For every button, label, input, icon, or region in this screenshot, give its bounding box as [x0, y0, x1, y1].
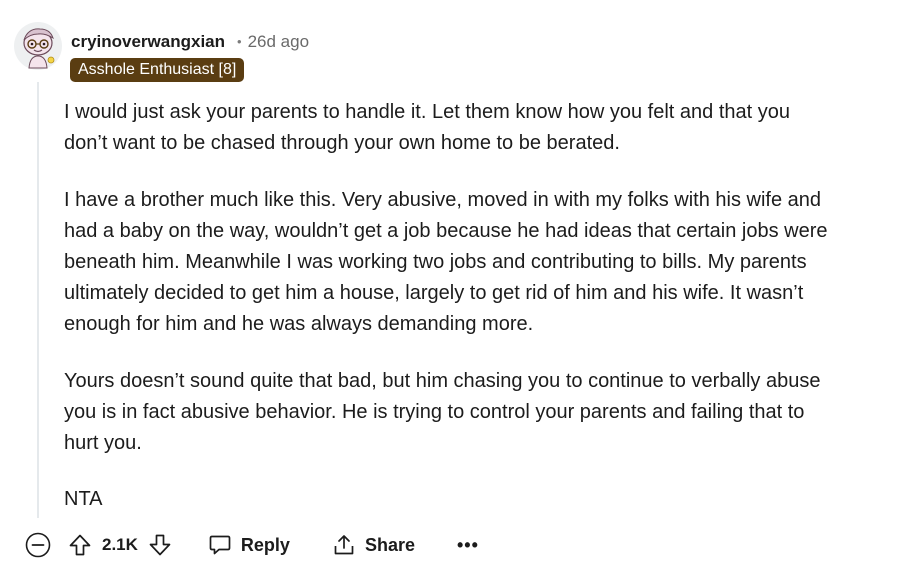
share-button[interactable]: Share [332, 533, 415, 557]
meta-separator: • [237, 33, 242, 49]
comment-action-bar: 2.1K Reply Share ••• [24, 528, 479, 562]
vote-controls: 2.1K [68, 533, 172, 557]
more-options-button[interactable]: ••• [457, 535, 479, 556]
comment-author[interactable]: cryinoverwangxian [71, 32, 225, 52]
comment-paragraph: Yours doesn’t sound quite that bad, but … [64, 370, 821, 454]
vote-score: 2.1K [102, 535, 138, 554]
share-label: Share [364, 534, 415, 555]
downvote-button[interactable] [148, 533, 172, 557]
reply-label: Reply [240, 534, 290, 555]
thread-line[interactable] [37, 82, 39, 518]
snoo-avatar-icon [14, 22, 62, 70]
reply-button[interactable]: Reply [208, 533, 290, 557]
user-flair: Asshole Enthusiast [8] [70, 58, 245, 82]
collapse-button[interactable] [24, 531, 52, 559]
comment-paragraph: I would just ask your parents to handle … [64, 101, 790, 154]
share-icon [334, 535, 354, 555]
comment-timestamp[interactable]: 26d ago [248, 32, 309, 52]
avatar[interactable] [14, 20, 62, 72]
speech-bubble-icon [209, 535, 231, 555]
comment-paragraph: I have a brother much like this. Very ab… [64, 189, 828, 335]
upvote-arrow-icon [69, 534, 91, 556]
collapse-minus-icon [25, 532, 51, 558]
comment-paragraph: NTA [64, 488, 103, 510]
comment-meta: cryinoverwangxian • 26d ago [71, 30, 309, 54]
upvote-button[interactable] [68, 533, 92, 557]
downvote-arrow-icon [149, 534, 171, 556]
